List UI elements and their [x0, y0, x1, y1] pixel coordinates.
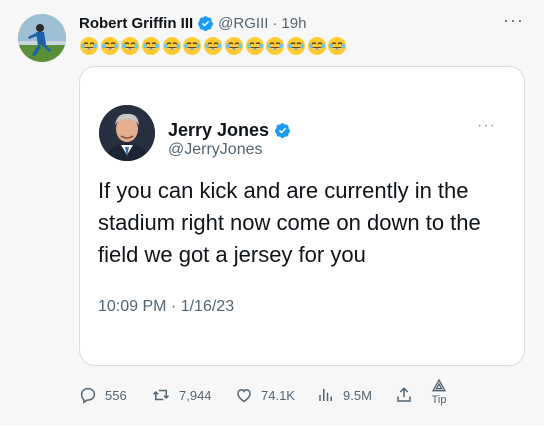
- quoted-author-name-row: Jerry Jones: [168, 120, 291, 141]
- share-button[interactable]: [395, 386, 413, 404]
- laughing-face-icon: [142, 36, 161, 55]
- author-handle[interactable]: @RGIII: [218, 15, 268, 32]
- laughing-face-icon: [204, 36, 223, 55]
- action-bar: 556 7,944 74.1K 9.5M Tip: [79, 378, 479, 410]
- laughing-face-icon: [100, 36, 119, 55]
- share-icon: [397, 387, 411, 402]
- more-icon[interactable]: ···: [503, 10, 524, 31]
- reply-icon: [80, 387, 96, 404]
- retweet-count: 7,944: [179, 387, 212, 403]
- quoted-author-name[interactable]: Jerry Jones: [168, 120, 269, 141]
- laughing-face-icon: [245, 36, 264, 55]
- tip-button[interactable]: Tip: [431, 378, 447, 406]
- laughing-face-icon: [183, 36, 202, 55]
- laughing-face-icon: [286, 36, 305, 55]
- more-icon[interactable]: ···: [477, 117, 496, 135]
- views-button[interactable]: 9.5M: [317, 386, 372, 404]
- tip-label: Tip: [431, 394, 447, 406]
- quoted-author-handle[interactable]: @JerryJones: [168, 141, 263, 159]
- tip-icon: [431, 378, 447, 392]
- laughing-face-icon: [328, 36, 347, 55]
- views-count: 9.5M: [343, 387, 372, 403]
- quoted-tweet-text: If you can kick and are currently in the…: [98, 178, 481, 267]
- verified-badge-icon: [275, 123, 291, 139]
- laughing-face-icon: [224, 36, 243, 55]
- quoted-tweet-date[interactable]: 10:09 PM · 1/16/23: [98, 298, 234, 316]
- emoji-row: [79, 35, 348, 55]
- quoted-tweet[interactable]: Jerry Jones @JerryJones ··· If you can k…: [79, 66, 525, 366]
- reply-button[interactable]: 556: [79, 386, 127, 404]
- quoted-author-avatar[interactable]: [99, 105, 155, 161]
- laughing-face-icon: [162, 36, 181, 55]
- retweet-button[interactable]: 7,944: [151, 386, 212, 404]
- like-count: 74.1K: [261, 387, 295, 403]
- tweet[interactable]: Robert Griffin III @RGIII · 19h ··· 😂😂😂😂…: [0, 0, 544, 430]
- tweet-time[interactable]: 19h: [281, 15, 306, 32]
- tweet-header: Robert Griffin III @RGIII · 19h: [79, 14, 306, 32]
- author-avatar[interactable]: [18, 14, 66, 62]
- separator-dot: ·: [272, 14, 278, 32]
- laughing-face-icon: [121, 36, 140, 55]
- reply-count: 556: [105, 387, 127, 403]
- like-button[interactable]: 74.1K: [235, 386, 295, 404]
- retweet-icon: [152, 389, 170, 401]
- laughing-face-icon: [266, 36, 285, 55]
- like-icon: [237, 388, 251, 403]
- verified-badge-icon: [198, 15, 214, 31]
- tweet-text: 😂😂😂😂😂😂😂😂😂😂😂😂😂: [79, 34, 348, 56]
- laughing-face-icon: [80, 36, 98, 55]
- divider: [0, 426, 544, 430]
- laughing-face-icon: [307, 36, 326, 55]
- views-icon: [319, 389, 332, 401]
- author-name[interactable]: Robert Griffin III: [79, 15, 193, 32]
